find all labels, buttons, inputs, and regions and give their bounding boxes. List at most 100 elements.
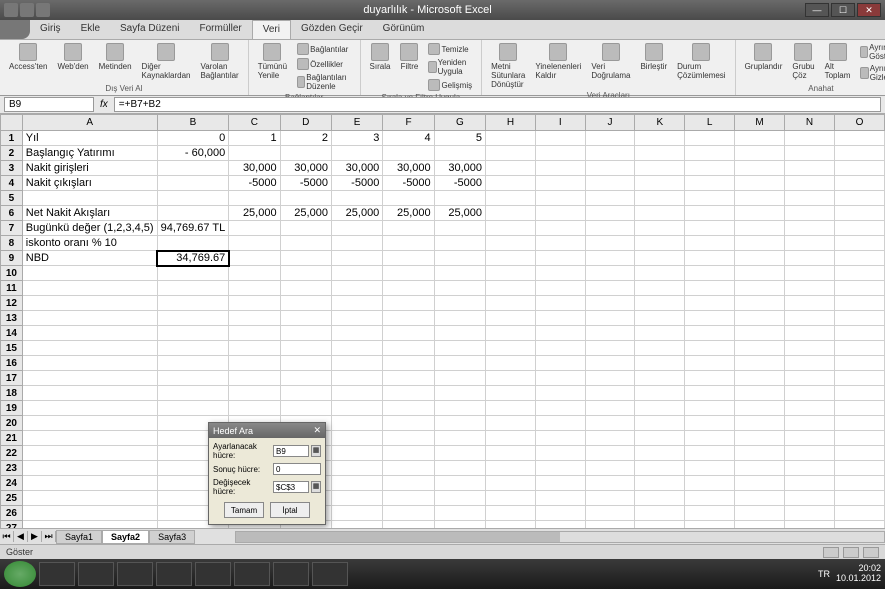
row-header-22[interactable]: 22 [1,446,23,461]
cell-G11[interactable] [434,281,485,296]
cell-I9[interactable] [535,251,585,266]
cell-G20[interactable] [434,416,485,431]
cell-L10[interactable] [685,266,735,281]
cell-N17[interactable] [785,371,835,386]
cell-D6[interactable]: 25,000 [280,206,331,221]
cell-O3[interactable] [834,161,884,176]
cell-K12[interactable] [635,296,685,311]
cell-G14[interactable] [434,326,485,341]
cell-E17[interactable] [331,371,382,386]
cell-D10[interactable] [280,266,331,281]
col-header-K[interactable]: K [635,115,685,131]
cell-I12[interactable] [535,296,585,311]
cell-I7[interactable] [535,221,585,236]
cell-K17[interactable] [635,371,685,386]
cell-K2[interactable] [635,146,685,161]
taskbar-app-5[interactable] [195,562,231,586]
cell-L24[interactable] [685,476,735,491]
cell-A22[interactable] [22,446,157,461]
cell-A17[interactable] [22,371,157,386]
cell-C9[interactable] [229,251,280,266]
cell-F24[interactable] [383,476,434,491]
cell-I3[interactable] [535,161,585,176]
cell-M12[interactable] [735,296,785,311]
col-header-E[interactable]: E [331,115,382,131]
row-header-4[interactable]: 4 [1,176,23,191]
cell-O22[interactable] [834,446,884,461]
cell-I23[interactable] [535,461,585,476]
cell-E9[interactable] [331,251,382,266]
sheet-nav-next[interactable]: ▶ [28,531,42,542]
cell-E13[interactable] [331,311,382,326]
cell-I16[interactable] [535,356,585,371]
cell-J5[interactable] [585,191,635,206]
cell-F3[interactable]: 30,000 [383,161,434,176]
hide-detail-button[interactable]: Ayrıntı Gizle [857,63,885,83]
cell-G24[interactable] [434,476,485,491]
cell-O24[interactable] [834,476,884,491]
fx-icon[interactable]: fx [96,99,112,110]
cell-J15[interactable] [585,341,635,356]
cell-J18[interactable] [585,386,635,401]
cell-A16[interactable] [22,356,157,371]
cell-L26[interactable] [685,506,735,521]
row-header-13[interactable]: 13 [1,311,23,326]
col-header-J[interactable]: J [585,115,635,131]
cell-A5[interactable] [22,191,157,206]
cell-N2[interactable] [785,146,835,161]
cell-K14[interactable] [635,326,685,341]
redo-icon[interactable] [36,3,50,17]
cell-K3[interactable] [635,161,685,176]
cell-L3[interactable] [685,161,735,176]
cell-G17[interactable] [434,371,485,386]
cell-M15[interactable] [735,341,785,356]
cell-I17[interactable] [535,371,585,386]
cell-E15[interactable] [331,341,382,356]
cell-K7[interactable] [635,221,685,236]
cell-J20[interactable] [585,416,635,431]
cell-I6[interactable] [535,206,585,221]
row-header-19[interactable]: 19 [1,401,23,416]
cell-K20[interactable] [635,416,685,431]
cell-L6[interactable] [685,206,735,221]
cell-L7[interactable] [685,221,735,236]
sort-button[interactable]: Sırala [367,42,394,72]
cell-H5[interactable] [486,191,536,206]
cell-B17[interactable] [157,371,229,386]
show-detail-button[interactable]: Ayrıntı Göster [857,42,885,62]
cell-F8[interactable] [383,236,434,251]
cell-C1[interactable]: 1 [229,131,280,146]
row-header-14[interactable]: 14 [1,326,23,341]
cell-B4[interactable] [157,176,229,191]
tab-insert[interactable]: Ekle [71,20,110,39]
cell-L11[interactable] [685,281,735,296]
cell-D5[interactable] [280,191,331,206]
tab-review[interactable]: Gözden Geçir [291,20,373,39]
cell-I4[interactable] [535,176,585,191]
cell-D17[interactable] [280,371,331,386]
edit-links-button[interactable]: Bağlantıları Düzenle [294,72,353,92]
col-header-I[interactable]: I [535,115,585,131]
cell-H24[interactable] [486,476,536,491]
row-header-9[interactable]: 9 [1,251,23,266]
row-header-2[interactable]: 2 [1,146,23,161]
cell-H26[interactable] [486,506,536,521]
cell-N12[interactable] [785,296,835,311]
cell-J12[interactable] [585,296,635,311]
cell-D16[interactable] [280,356,331,371]
cell-A9[interactable]: NBD [22,251,157,266]
cell-M21[interactable] [735,431,785,446]
cell-C14[interactable] [229,326,280,341]
cell-K18[interactable] [635,386,685,401]
cell-M27[interactable] [735,521,785,529]
cell-O10[interactable] [834,266,884,281]
cell-G1[interactable]: 5 [434,131,485,146]
cell-H23[interactable] [486,461,536,476]
cell-H15[interactable] [486,341,536,356]
cell-F12[interactable] [383,296,434,311]
cell-H12[interactable] [486,296,536,311]
cell-O15[interactable] [834,341,884,356]
cell-D14[interactable] [280,326,331,341]
cell-H21[interactable] [486,431,536,446]
cell-J9[interactable] [585,251,635,266]
